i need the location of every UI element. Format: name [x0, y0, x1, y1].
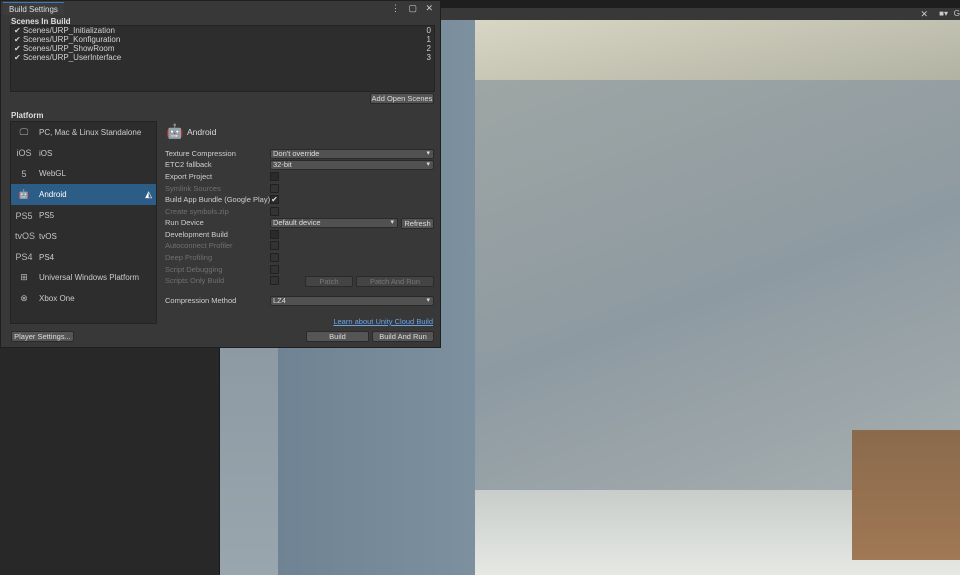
scene-toolbar: ✕ ■▾ G	[441, 8, 960, 20]
platform-label: Android	[39, 190, 67, 200]
build-button[interactable]: Build	[306, 331, 369, 342]
hierarchy-panel	[0, 348, 220, 575]
export-project-label: Export Project	[165, 172, 213, 181]
platform-item[interactable]: PS5 PS5	[11, 205, 156, 226]
autoconnect-profiler-label: Autoconnect Profiler	[165, 241, 233, 250]
platform-item[interactable]: 5 WebGL	[11, 164, 156, 185]
scene-row[interactable]: ✔ Scenes/URP_ShowRoom 2	[11, 44, 434, 53]
platform-icon: PS5	[15, 210, 33, 221]
platform-label: PS4	[39, 252, 55, 262]
scene-checkbox[interactable]: ✔	[14, 26, 21, 35]
scene-row[interactable]: ✔ Scenes/URP_UserInterface 3	[11, 53, 434, 62]
window-controls[interactable]: ⋮ ▢ ✕	[391, 3, 436, 14]
platform-label: Xbox One	[39, 294, 75, 304]
scene-name: Scenes/URP_Konfiguration	[22, 35, 121, 44]
symlink-sources-label: Symlink Sources	[165, 184, 221, 193]
cloud-build-link[interactable]: Learn about Unity Cloud Build	[333, 317, 433, 326]
scene-name: Scenes/URP_ShowRoom	[22, 44, 115, 53]
scene-bench	[852, 430, 960, 560]
run-device-dropdown[interactable]: Default device	[270, 218, 398, 228]
platform-icon: ⊞	[20, 272, 28, 283]
script-debugging-label: Script Debugging	[165, 265, 223, 274]
android-icon: 🤖	[166, 123, 184, 139]
platform-label: PS5	[39, 211, 55, 221]
etc2-fallback-dropdown[interactable]: 32-bit	[270, 160, 434, 170]
add-open-scenes-button[interactable]: Add Open Scenes	[370, 93, 434, 104]
settings-title: Android	[187, 127, 217, 137]
platform-label: iOS	[39, 148, 53, 158]
camera-icon[interactable]: ■▾	[939, 9, 948, 18]
platform-icon: ⊗	[20, 293, 28, 304]
platform-item[interactable]: ⊗ Xbox One	[11, 288, 156, 309]
scene-row[interactable]: ✔ Scenes/URP_Konfiguration 1	[11, 35, 434, 44]
texture-compression-dropdown[interactable]: Don't override	[270, 149, 434, 159]
texture-compression-label: Texture Compression	[165, 149, 236, 158]
scene-checkbox[interactable]: ✔	[14, 35, 21, 44]
patch-button[interactable]: Patch	[305, 276, 353, 287]
build-app-bundle-label: Build App Bundle (Google Play)	[165, 195, 271, 204]
platform-label: PC, Mac & Linux Standalone	[39, 127, 142, 137]
deep-profiling-label: Deep Profiling	[165, 253, 213, 262]
development-build-checkbox[interactable]	[270, 230, 279, 239]
scene-index: 2	[426, 44, 431, 53]
platform-label: WebGL	[39, 169, 66, 179]
platform-icon: 🤖	[18, 189, 30, 200]
build-settings-window: Build Settings ⋮ ▢ ✕ Scenes In Build ✔ S…	[0, 0, 441, 348]
symlink-sources-checkbox[interactable]	[270, 184, 279, 193]
platform-item[interactable]: 🖵 PC, Mac & Linux Standalone	[11, 122, 156, 143]
development-build-label: Development Build	[165, 230, 228, 239]
refresh-button[interactable]: Refresh	[401, 218, 434, 229]
platform-item[interactable]: iOS iOS	[11, 143, 156, 164]
autoconnect-profiler-checkbox[interactable]	[270, 241, 279, 250]
scene-index: 3	[426, 53, 431, 62]
platform-item[interactable]: PS4 PS4	[11, 247, 156, 268]
scene-name: Scenes/URP_Initialization	[22, 26, 115, 35]
scene-checkbox[interactable]: ✔	[14, 44, 21, 53]
run-device-label: Run Device	[165, 218, 204, 227]
platform-icon: 🖵	[19, 126, 29, 137]
scene-index: 0	[426, 26, 431, 35]
script-debugging-checkbox[interactable]	[270, 265, 279, 274]
platform-icon: 5	[21, 168, 27, 179]
compression-method-label: Compression Method	[165, 296, 237, 305]
scenes-list: ✔ Scenes/URP_Initialization 0 ✔ Scenes/URP…	[10, 25, 435, 92]
tools-icon[interactable]: ✕	[920, 9, 928, 20]
platform-icon: tvOS	[15, 231, 36, 242]
platform-label: tvOS	[39, 231, 57, 241]
etc2-fallback-label: ETC2 fallback	[165, 160, 212, 169]
window-tab[interactable]: Build Settings	[3, 2, 64, 15]
scripts-only-build-label: Scripts Only Build	[165, 276, 225, 285]
compression-method-dropdown[interactable]: LZ4	[270, 296, 434, 306]
scene-name: Scenes/URP_UserInterface	[22, 53, 122, 62]
unity-active-platform-icon: ◭	[145, 189, 152, 200]
scripts-only-build-checkbox[interactable]	[270, 276, 279, 285]
platform-item[interactable]: 🤖 Android ◭	[11, 184, 156, 206]
create-symbols-checkbox[interactable]	[270, 207, 279, 216]
create-symbols-label: Create symbols.zip	[165, 207, 229, 216]
platform-item[interactable]: tvOS tvOS	[11, 226, 156, 247]
build-and-run-button[interactable]: Build And Run	[372, 331, 434, 342]
gizmos-icon[interactable]: G	[954, 9, 960, 18]
scene-index: 1	[426, 35, 431, 44]
scene-row[interactable]: ✔ Scenes/URP_Initialization 0	[11, 26, 434, 35]
patch-and-run-button[interactable]: Patch And Run	[356, 276, 434, 287]
platform-icon: PS4	[15, 252, 33, 263]
platform-icon: iOS	[16, 148, 32, 159]
platform-label: Universal Windows Platform	[39, 273, 140, 283]
export-project-checkbox[interactable]	[270, 172, 279, 181]
scene-checkbox[interactable]: ✔	[14, 53, 21, 62]
build-app-bundle-checkbox[interactable]: ✔	[270, 195, 279, 204]
deep-profiling-checkbox[interactable]	[270, 253, 279, 262]
platform-header: Platform	[11, 111, 44, 120]
platform-list: 🖵 PC, Mac & Linux Standalone iOS iOS 5 WebGL 🤖…	[10, 121, 157, 324]
player-settings-button[interactable]: Player Settings...	[11, 331, 74, 342]
platform-item[interactable]: ⊞ Universal Windows Platform	[11, 268, 156, 289]
